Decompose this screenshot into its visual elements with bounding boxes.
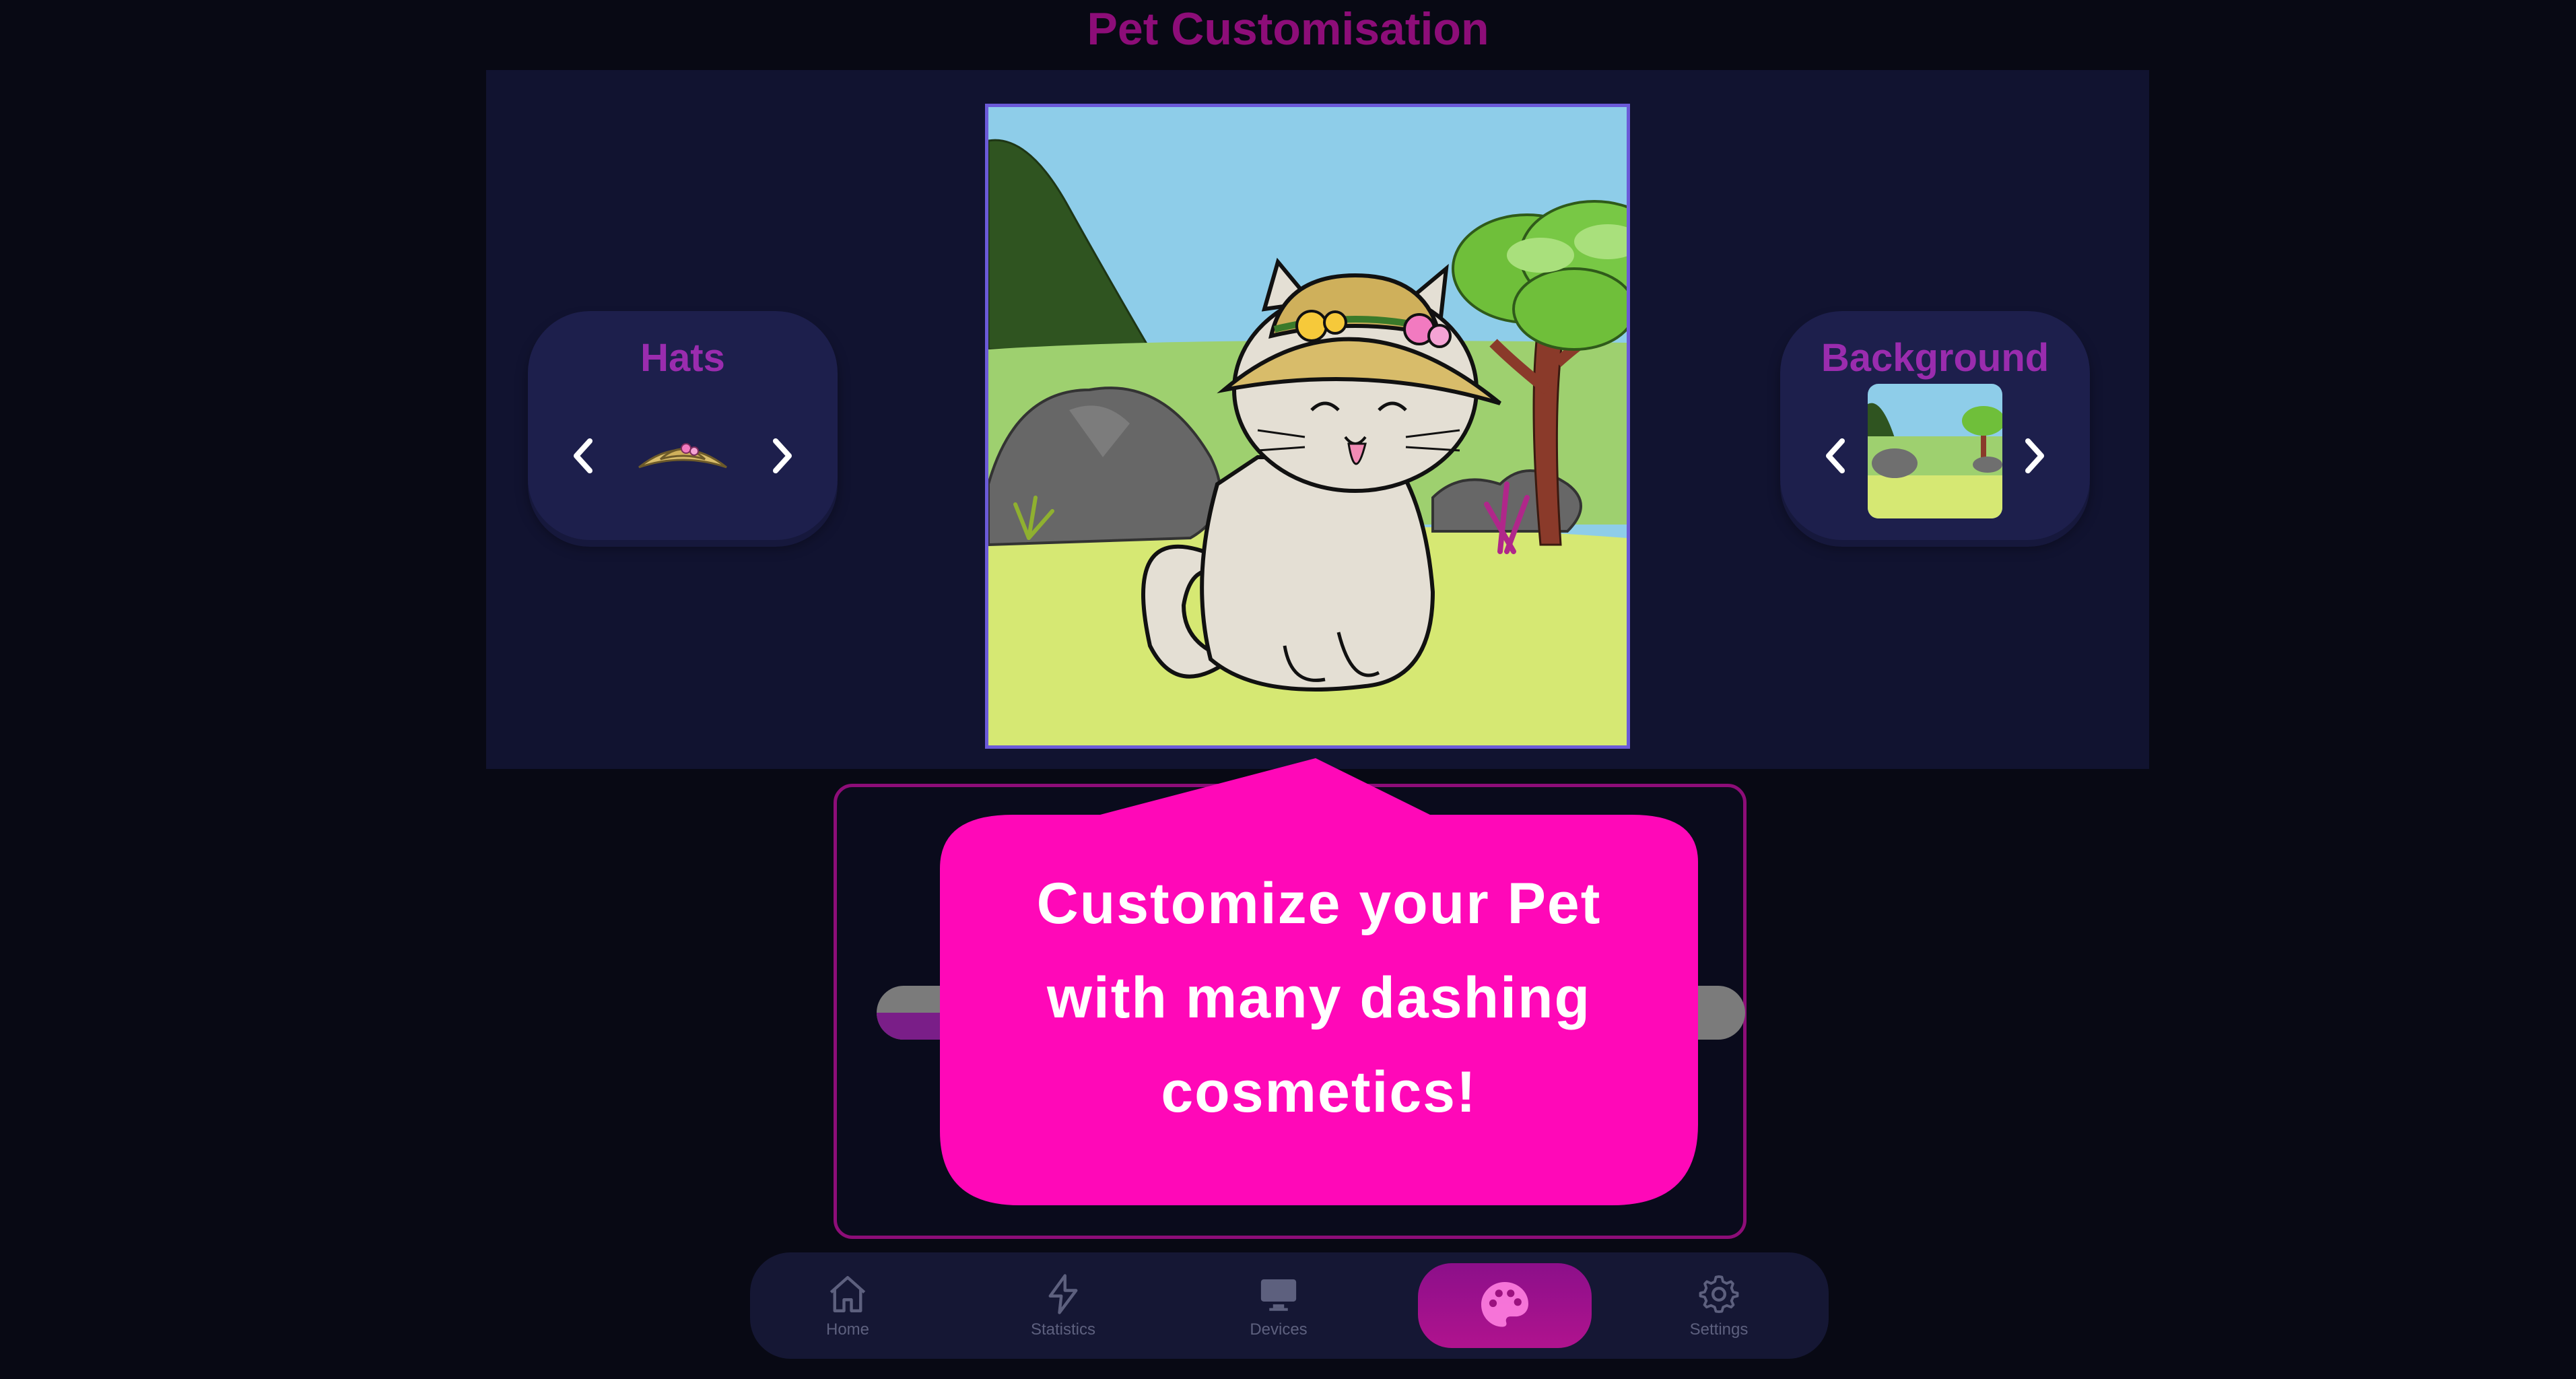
meadow-scene-thumbnail	[1868, 384, 2002, 518]
palette-icon	[1481, 1282, 1528, 1327]
monitor-icon	[1260, 1279, 1297, 1311]
nav-statistics[interactable]: Statistics	[976, 1263, 1150, 1348]
page-title: Pet Customisation	[1087, 3, 1489, 55]
promo-line-1: Customize your Pet	[1036, 871, 1602, 936]
bottom-navigation: Home Statistics Devices Settings	[750, 1252, 1829, 1359]
background-next-button[interactable]	[2013, 426, 2056, 486]
nav-settings-label: Settings	[1689, 1320, 1749, 1339]
background-picker: Background	[1780, 311, 2090, 540]
background-prev-button[interactable]	[1814, 426, 1857, 486]
chevron-left-icon	[1826, 438, 1845, 473]
straw-hat-icon	[632, 426, 733, 486]
nav-statistics-label: Statistics	[1030, 1320, 1096, 1339]
gear-icon	[1699, 1275, 1739, 1314]
hats-label: Hats	[640, 336, 725, 380]
chevron-right-icon	[773, 438, 792, 473]
nav-devices[interactable]: Devices	[1192, 1263, 1365, 1348]
lightning-icon	[1048, 1274, 1078, 1314]
cat-with-straw-hat	[988, 107, 1627, 745]
promo-line-2: with many dashing	[1046, 966, 1592, 1030]
promo-line-3: cosmetics!	[1161, 1060, 1477, 1124]
pet-preview	[985, 104, 1630, 749]
chevron-left-icon	[574, 438, 592, 473]
nav-devices-label: Devices	[1250, 1320, 1308, 1339]
promo-text: Customize your Pet with many dashing cos…	[939, 863, 1699, 1133]
nav-home-label: Home	[825, 1320, 870, 1339]
nav-home[interactable]: Home	[761, 1263, 935, 1348]
chevron-right-icon	[2025, 438, 2044, 473]
hats-next-button[interactable]	[761, 426, 804, 486]
nav-customisation[interactable]	[1418, 1263, 1592, 1348]
home-icon	[829, 1276, 866, 1312]
hats-prev-button[interactable]	[562, 426, 605, 486]
nav-settings[interactable]: Settings	[1632, 1263, 1806, 1348]
hats-picker: Hats	[528, 311, 838, 540]
background-label: Background	[1821, 336, 2049, 380]
